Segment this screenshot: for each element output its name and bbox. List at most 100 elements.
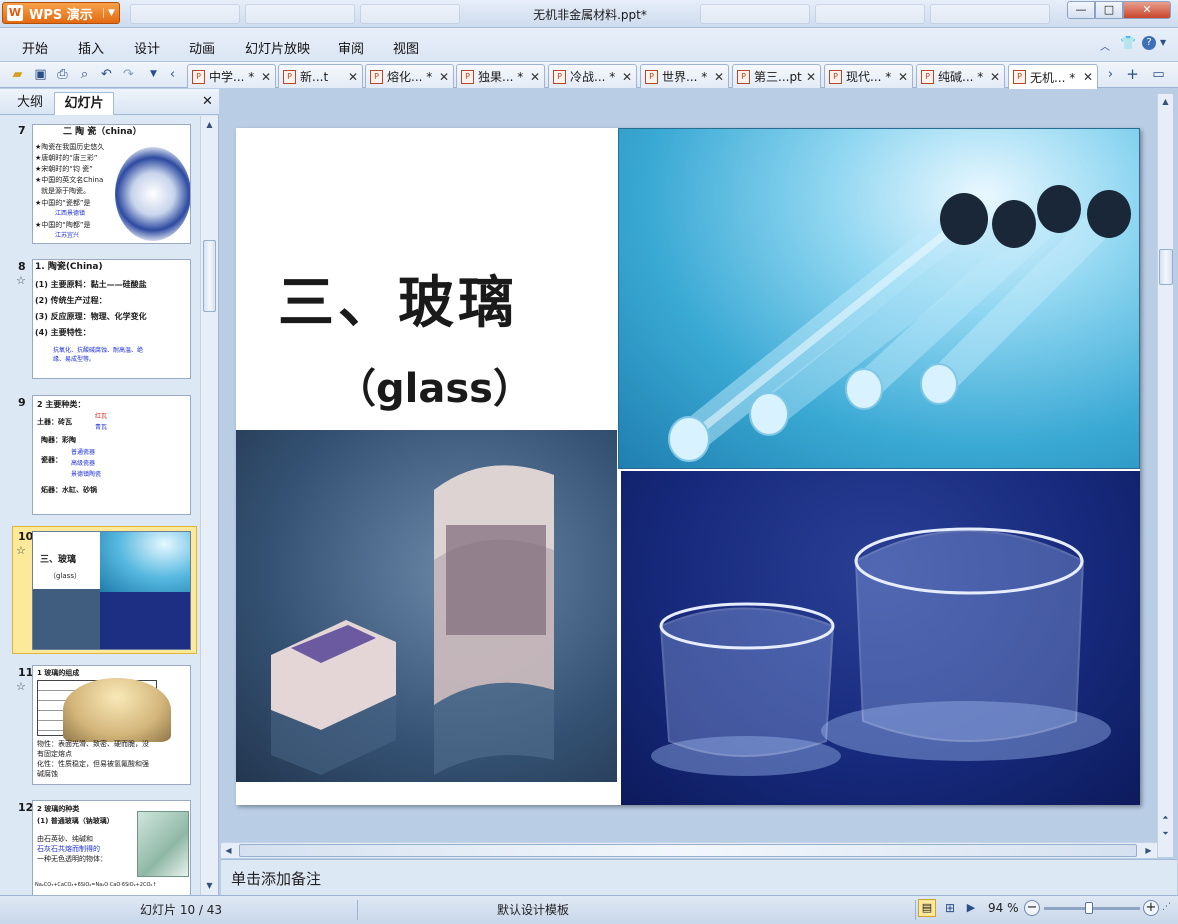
doc-tab-label: 第三...pt xyxy=(754,70,802,84)
new-tab-icon[interactable]: + xyxy=(1124,66,1141,83)
close-tab-icon[interactable]: ✕ xyxy=(710,70,724,84)
close-tab-icon[interactable]: ✕ xyxy=(802,70,816,84)
slide-number: 7 xyxy=(18,124,26,137)
next-slide-icon[interactable]: ⏷ xyxy=(1158,826,1173,841)
doc-tab[interactable]: P 独果... * ✕ xyxy=(456,64,545,88)
zoom-out-icon[interactable]: − xyxy=(1024,900,1040,916)
notes-pane[interactable]: 单击添加备注 xyxy=(221,859,1177,895)
previous-slide-icon[interactable]: ⏶ xyxy=(1158,810,1173,825)
tab-slides[interactable]: 幻灯片 xyxy=(54,92,114,115)
scroll-thumb[interactable] xyxy=(1159,249,1173,285)
scroll-thumb[interactable] xyxy=(239,844,1137,857)
doc-tab[interactable]: P 中学... * ✕ xyxy=(187,64,276,88)
porcelain-image xyxy=(115,147,190,241)
menu-item-view[interactable]: 视图 xyxy=(393,38,419,57)
zoom-slider-thumb[interactable] xyxy=(1085,902,1094,914)
close-tab-icon[interactable]: ✕ xyxy=(344,70,358,84)
menu-item-insert[interactable]: 插入 xyxy=(78,38,104,57)
close-button[interactable]: ✕ xyxy=(1123,1,1171,19)
thumb-text: ★陶瓷在我国历史悠久 xyxy=(35,143,105,151)
slideshow-view-icon[interactable]: ▶ xyxy=(962,899,980,917)
normal-view-icon[interactable]: ▤ xyxy=(918,899,936,917)
doc-tab[interactable]: P 第三...pt ✕ xyxy=(732,64,821,88)
slide-thumbnail-8[interactable]: 1. 陶瓷(China) (1) 主要原料：黏土——硅酸盐 (2) 传统生产过程… xyxy=(32,259,191,379)
close-tab-icon[interactable]: ✕ xyxy=(986,70,1000,84)
doc-tab-label: 新...t xyxy=(300,70,329,84)
tabs-scroll-right-icon[interactable]: › xyxy=(1102,66,1119,83)
thumb-text: ★中国的英文名China xyxy=(35,176,104,184)
doc-tab-label: 独果... * xyxy=(478,70,524,84)
ppt-file-icon: P xyxy=(461,69,474,84)
zoom-level: 94 % xyxy=(988,901,1019,915)
open-folder-icon[interactable]: ▰ xyxy=(9,66,26,83)
thumb-text: 由石英砂、纯碱和 xyxy=(37,835,93,843)
tabs-scroll-left-icon[interactable]: ‹ xyxy=(164,66,181,83)
menu-item-design[interactable]: 设计 xyxy=(134,38,160,57)
notes-placeholder[interactable]: 单击添加备注 xyxy=(231,868,321,889)
doc-tab-active[interactable]: P 无机... * ✕ xyxy=(1008,64,1098,89)
design-template-name[interactable]: 默认设计模板 xyxy=(497,901,569,918)
close-tab-icon[interactable]: ✕ xyxy=(1079,70,1093,84)
thumb-text: 石灰石共熔而制得的 xyxy=(37,845,100,853)
save-icon[interactable]: ▣ xyxy=(32,66,49,83)
skin-icon[interactable]: 👕 xyxy=(1120,36,1136,51)
close-tab-icon[interactable]: ✕ xyxy=(618,70,632,84)
tab-list-icon[interactable]: ▭ xyxy=(1150,66,1167,83)
editor-vertical-scrollbar[interactable]: ▲ ⏶ ⏷ xyxy=(1157,94,1173,857)
doc-tab-label: 冷战... * xyxy=(570,70,616,84)
slide-thumbnail-10[interactable]: 三、玻璃 （glass） xyxy=(32,531,191,650)
slide-subtitle[interactable]: （glass） xyxy=(336,356,533,414)
tab-outline[interactable]: 大纲 xyxy=(8,92,52,115)
thumb-text: 普通瓷器 xyxy=(71,449,96,456)
scroll-thumb[interactable] xyxy=(203,240,216,312)
scroll-up-icon[interactable]: ▲ xyxy=(202,117,217,132)
status-divider xyxy=(357,900,358,920)
status-bar: 幻灯片 10 / 43 默认设计模板 ▤ ⊞ ▶ 94 % − + ⋰ xyxy=(0,895,1178,924)
scroll-down-icon[interactable]: ▼ xyxy=(202,878,217,893)
scroll-left-icon[interactable]: ◀ xyxy=(221,843,236,858)
doc-tab[interactable]: P 新...t ✕ xyxy=(278,64,363,88)
doc-tab[interactable]: P 熔化... * ✕ xyxy=(365,64,454,88)
doc-tab[interactable]: P 现代... * ✕ xyxy=(824,64,913,88)
slide-thumbnail-12[interactable]: 2 玻璃的种类 (1) 普通玻璃（钠玻璃） 由石英砂、纯碱和 石灰石共熔而制得的… xyxy=(32,800,191,895)
close-tab-icon[interactable]: ✕ xyxy=(894,70,908,84)
close-panel-icon[interactable]: ✕ xyxy=(202,94,213,109)
menu-item-review[interactable]: 审阅 xyxy=(338,38,364,57)
print-icon[interactable]: ⎙ xyxy=(54,66,71,83)
menu-item-slideshow[interactable]: 幻灯片放映 xyxy=(245,38,310,57)
maximize-button[interactable]: □ xyxy=(1095,1,1123,19)
scroll-right-icon[interactable]: ▶ xyxy=(1141,843,1156,858)
minimize-button[interactable]: — xyxy=(1067,1,1095,19)
resize-grip-icon[interactable]: ⋰ xyxy=(1162,902,1171,912)
slide-thumbnail-11[interactable]: 1 玻璃的组成 物性：表面光滑、致密、硬而脆，没 有固定熔点 化性：性质稳定，但… xyxy=(32,665,191,785)
doc-tab[interactable]: P 冷战... * ✕ xyxy=(548,64,637,88)
menu-item-animation[interactable]: 动画 xyxy=(189,38,215,57)
redo-icon[interactable]: ↷ xyxy=(120,66,137,83)
ribbon-collapse-icon[interactable]: ︿ xyxy=(1100,38,1110,53)
slide-sorter-view-icon[interactable]: ⊞ xyxy=(941,899,959,917)
thumb-text: Na₂CO₃+CaCO₃+6SiO₂=Na₂O·CaO·6SiO₂+2CO₂↑ xyxy=(35,882,157,888)
help-icon[interactable]: ? xyxy=(1142,36,1156,50)
doc-tab[interactable]: P 世界... * ✕ xyxy=(640,64,729,88)
slide-thumbnail-9[interactable]: 2 主要种类： 土器：砖瓦 红瓦 青瓦 陶器：彩陶 瓷器： 普通瓷器 高级瓷器 … xyxy=(32,395,191,515)
app-menu-button[interactable]: W WPS 演示 ▼ xyxy=(2,2,120,24)
close-tab-icon[interactable]: ✕ xyxy=(257,70,271,84)
thumb-text: 1. 陶瓷(China) xyxy=(35,262,103,272)
thumb-text: 土器：砖瓦 xyxy=(37,418,72,426)
zoom-in-icon[interactable]: + xyxy=(1143,900,1159,916)
editor-horizontal-scrollbar[interactable]: ◀ ▶ xyxy=(221,842,1157,858)
close-tab-icon[interactable]: ✕ xyxy=(435,70,449,84)
doc-tab[interactable]: P 纯碱... * ✕ xyxy=(916,64,1005,88)
menu-item-home[interactable]: 开始 xyxy=(22,38,48,57)
scroll-up-icon[interactable]: ▲ xyxy=(1158,94,1173,109)
print-preview-icon[interactable]: ⌕ xyxy=(76,66,93,83)
help-dropdown-icon[interactable]: ▼ xyxy=(1160,38,1166,47)
slide-title[interactable]: 三、玻璃 xyxy=(278,258,518,339)
slide-thumbnail-7[interactable]: 二 陶 瓷（china） ★陶瓷在我国历史悠久 ★唐朝时的“唐三彩” ★宋朝时的… xyxy=(32,124,191,244)
doc-tab-label: 无机... * xyxy=(1030,70,1076,85)
customize-toolbar-icon[interactable]: ▼ xyxy=(145,66,162,83)
thumbnail-scrollbar[interactable]: ▲ ▼ xyxy=(200,116,218,895)
close-tab-icon[interactable]: ✕ xyxy=(526,70,540,84)
current-slide[interactable]: 三、玻璃 （glass） xyxy=(236,128,1140,805)
undo-icon[interactable]: ↶ xyxy=(98,66,115,83)
